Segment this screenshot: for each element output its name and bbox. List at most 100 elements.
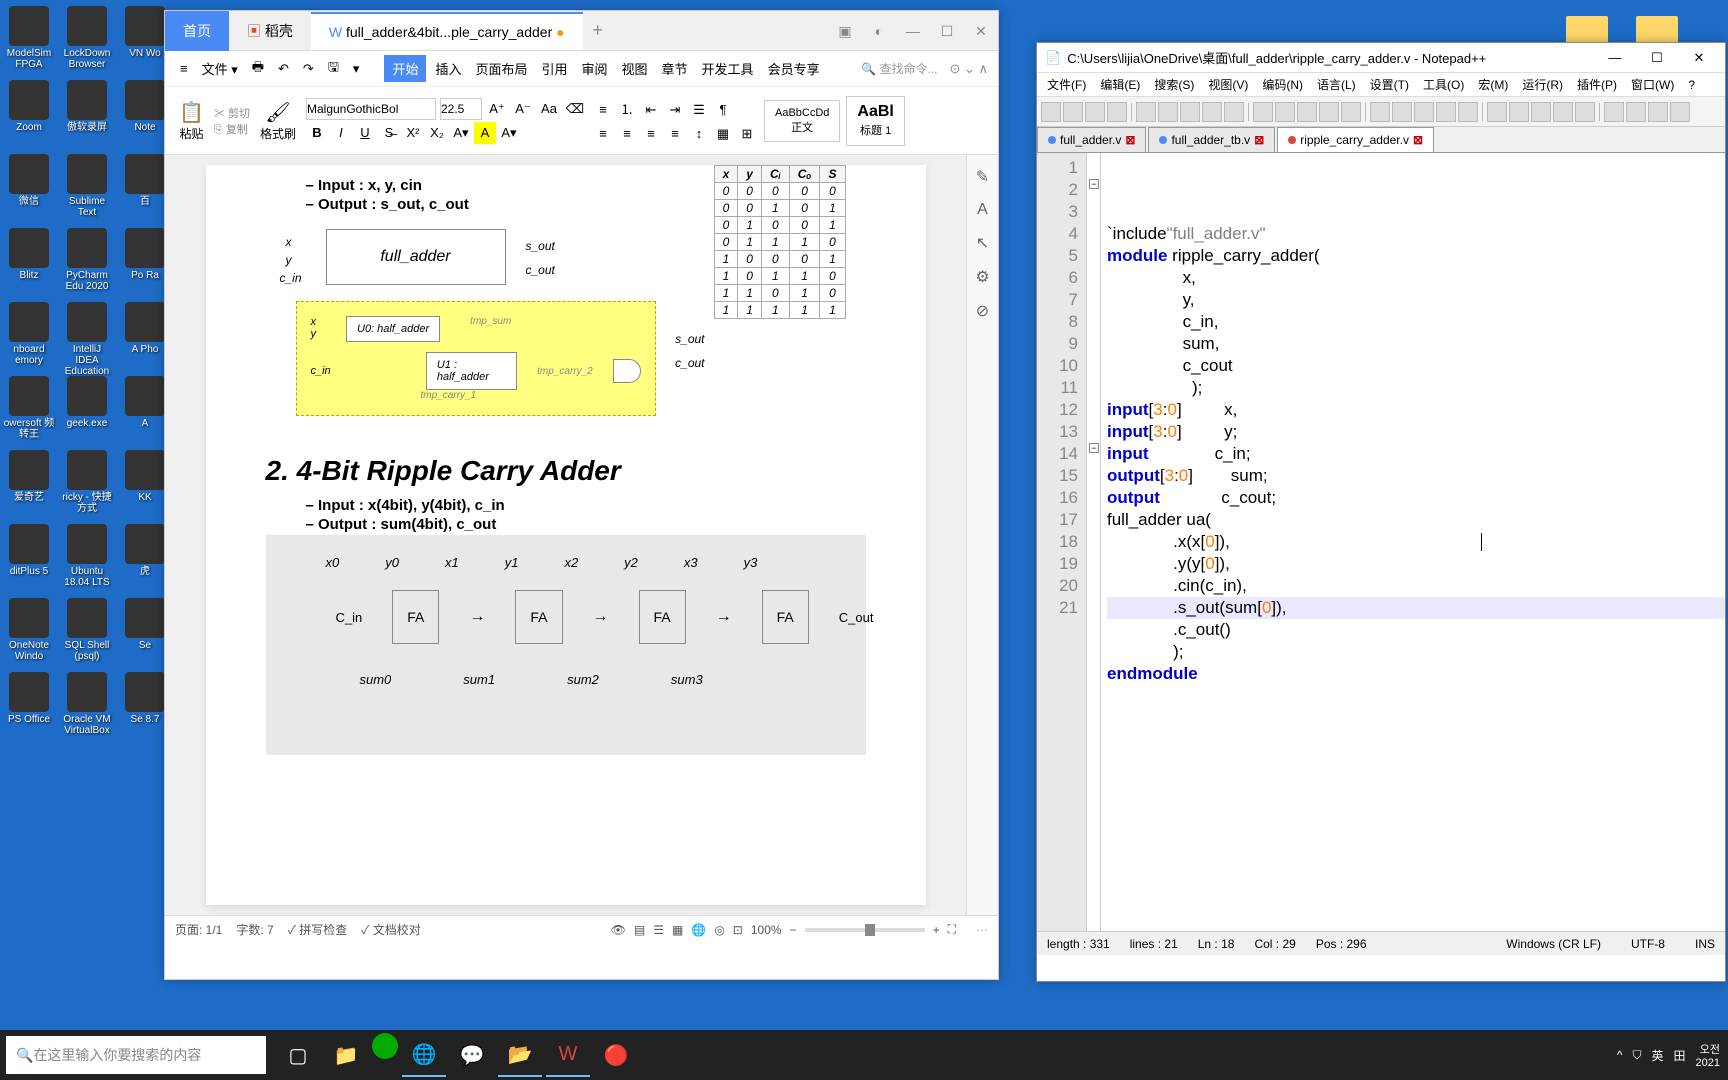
desktop-icon[interactable]: Sublime Text [60, 154, 114, 216]
cut-button[interactable]: ✂ 剪切 [214, 105, 250, 121]
toolbar-button[interactable] [1107, 102, 1127, 122]
view-focus-icon[interactable]: ◎ [714, 923, 724, 937]
close-icon[interactable]: ✕ [964, 11, 998, 51]
toolbar-button[interactable] [1341, 102, 1361, 122]
indent-icon[interactable]: ⇥ [664, 99, 686, 121]
print-icon[interactable]: 🖶 [247, 56, 269, 82]
toolbar-button[interactable] [1648, 102, 1668, 122]
zoom-value[interactable]: 100% [751, 923, 782, 937]
grammarly-icon[interactable] [372, 1033, 398, 1059]
para-icon[interactable]: ¶ [712, 99, 734, 121]
toolbar-button[interactable] [1319, 102, 1339, 122]
wps-tab-home[interactable]: 首页 [165, 11, 229, 51]
fold-minus-icon[interactable]: − [1089, 179, 1099, 189]
change-case-icon[interactable]: Aa [538, 98, 560, 120]
toolbar-button[interactable] [1370, 102, 1390, 122]
search-input[interactable]: 🔍 查找命令... [861, 60, 937, 77]
view-read-icon[interactable]: 👁 [611, 923, 626, 937]
desktop-icon[interactable]: Oracle VM VirtualBox [60, 672, 114, 734]
bold-button[interactable]: B [306, 122, 328, 144]
toolbar-button[interactable] [1392, 102, 1412, 122]
menu-item[interactable]: 视图(V) [1202, 74, 1254, 95]
styles-icon[interactable]: A [977, 201, 988, 219]
desktop-icon[interactable]: IntelliJ IDEA Education [60, 302, 114, 364]
fullscreen-icon[interactable]: ⛶ [948, 922, 956, 937]
toolbar-button[interactable] [1670, 102, 1690, 122]
desktop-icon[interactable]: 爱奇艺 [2, 450, 56, 512]
desktop-icon[interactable]: ModelSim FPGA [2, 6, 56, 68]
paste-button[interactable]: 📋粘贴 [175, 100, 208, 142]
desktop-icon[interactable]: nboard emory [2, 302, 56, 364]
fold-margin[interactable]: − − [1087, 153, 1101, 931]
desktop-icon[interactable]: 傲软录屏 [60, 80, 114, 142]
desktop-icon[interactable]: PyCharm Edu 2020 [60, 228, 114, 290]
menu-item[interactable]: ? [1682, 76, 1701, 94]
desktop-icon[interactable]: 微信 [2, 154, 56, 216]
font-size-input[interactable] [440, 98, 482, 120]
menu-file[interactable]: 文件 ▾ [197, 57, 243, 80]
menu-item[interactable]: 插件(P) [1571, 74, 1623, 95]
toolbar-button[interactable] [1531, 102, 1551, 122]
redo-icon[interactable]: ↷ [298, 59, 319, 79]
clear-format-icon[interactable]: ⌫ [564, 98, 586, 120]
copy-button[interactable]: ⎘ 复制 [214, 121, 250, 137]
toolbar-button[interactable] [1626, 102, 1646, 122]
tab-vip[interactable]: 会员专享 [763, 57, 825, 80]
outdent-icon[interactable]: ⇤ [640, 99, 662, 121]
wps-tab-add[interactable]: + [583, 20, 613, 41]
style-heading1[interactable]: AaBl标题 1 [846, 96, 904, 146]
toolbar-button[interactable] [1458, 102, 1478, 122]
maximize-icon[interactable]: ☐ [1639, 44, 1675, 72]
close-icon[interactable]: ✕ [1681, 44, 1717, 72]
toolbar-button[interactable] [1575, 102, 1595, 122]
desktop-icon[interactable]: PS Office [2, 672, 56, 734]
highlight-button[interactable]: A [474, 122, 496, 144]
desktop-icon[interactable]: Zoom [2, 80, 56, 142]
clock-date[interactable]: 2021 [1696, 1057, 1720, 1069]
collapse-ribbon-icon[interactable]: ⊙ ⌄ ∧ [949, 61, 988, 77]
tab-chapter[interactable]: 章节 [657, 57, 693, 80]
file-tab[interactable]: full_adder_tb.v ⊠ [1148, 127, 1275, 152]
shrink-font-icon[interactable]: A⁻ [512, 98, 534, 120]
toolbar-button[interactable] [1158, 102, 1178, 122]
superscript-button[interactable]: X² [402, 122, 424, 144]
menu-item[interactable]: 设置(T) [1364, 74, 1415, 95]
toolbar-button[interactable] [1041, 102, 1061, 122]
wps-tab-document[interactable]: W full_adder&4bit...ple_carry_adder ● [311, 12, 583, 50]
toolbar-button[interactable] [1085, 102, 1105, 122]
fold-minus-icon[interactable]: − [1089, 443, 1099, 453]
code-editor[interactable]: 123456789101112131415161718192021 − − `i… [1037, 153, 1725, 931]
strike-button[interactable]: S̶ [378, 122, 400, 144]
proof-check[interactable]: ✓ 文档校对 [361, 921, 421, 938]
style-normal[interactable]: AaBbCcDd正文 [764, 100, 840, 142]
numbering-icon[interactable]: ⒈ [616, 99, 638, 121]
toolbar-button[interactable] [1180, 102, 1200, 122]
select-icon[interactable]: ↖ [976, 233, 989, 253]
menu-item[interactable]: 运行(R) [1516, 74, 1569, 95]
menu-item[interactable]: 编码(N) [1256, 74, 1309, 95]
toolbar-button[interactable] [1136, 102, 1156, 122]
desktop-icon[interactable]: geek.exe [60, 376, 114, 438]
clock-time[interactable]: 오전 [1696, 1041, 1720, 1057]
desktop-icon[interactable]: LockDown Browser [60, 6, 114, 68]
zoom-in-button[interactable]: + [933, 923, 940, 937]
menu-item[interactable]: 窗口(W) [1625, 74, 1680, 95]
menu-item[interactable]: 工具(O) [1417, 74, 1470, 95]
tab-dev[interactable]: 开发工具 [697, 57, 759, 80]
menu-item[interactable]: 编辑(E) [1094, 74, 1146, 95]
tab-references[interactable]: 引用 [536, 57, 572, 80]
borders-icon[interactable]: ⊞ [736, 123, 758, 145]
file-tab[interactable]: ripple_carry_adder.v ⊠ [1277, 127, 1434, 152]
subscript-button[interactable]: X₂ [426, 122, 448, 144]
taskbar-app-icon[interactable]: 📂 [498, 1033, 542, 1077]
tray-ime-icon[interactable]: 英 [1651, 1047, 1663, 1064]
tab-insert[interactable]: 插入 [430, 57, 466, 80]
desktop-icon[interactable]: owersoft 频转王 [2, 376, 56, 438]
explorer-icon[interactable]: 📁 [324, 1033, 368, 1077]
toolbar-button[interactable] [1436, 102, 1456, 122]
tray-expand-icon[interactable]: ^ [1617, 1048, 1623, 1062]
pen-icon[interactable]: ✎ [976, 167, 989, 187]
italic-button[interactable]: I [330, 122, 352, 144]
more-icon[interactable]: ▾ [348, 59, 365, 79]
system-tray[interactable]: ^ ⛉ 英 田 오전 2021 [1617, 1041, 1728, 1069]
